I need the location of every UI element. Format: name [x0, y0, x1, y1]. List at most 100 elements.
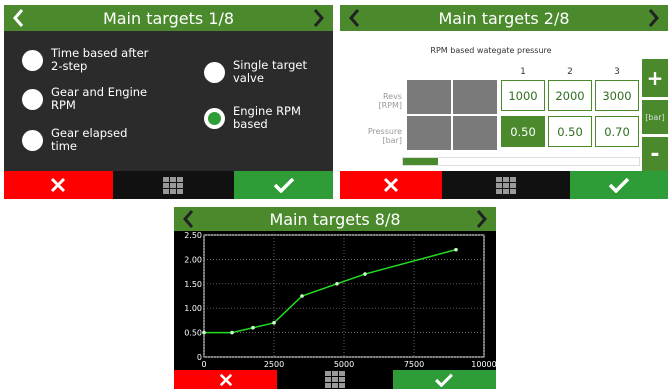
option-engine-rpm-based[interactable]: Engine RPM based [204, 105, 324, 131]
option-label: Gear elapsed time [51, 126, 128, 153]
panel-main-targets-2: Main targets 2/8 RPM based wategate pres… [340, 5, 668, 199]
y-tick-label: 1.00 [184, 304, 202, 313]
data-point [202, 330, 206, 335]
menu-button[interactable] [112, 171, 235, 199]
prev-page-button[interactable] [178, 207, 198, 231]
checkmark-icon [435, 373, 454, 387]
row-label-name: Pressure [367, 127, 402, 136]
chevron-left-icon [13, 9, 24, 27]
menu-button[interactable] [441, 171, 570, 199]
x-tick-label: 2500 [264, 360, 284, 369]
row-label-name: Revs [382, 92, 402, 101]
data-point [272, 321, 276, 325]
prev-page-button[interactable] [8, 5, 28, 31]
chevron-right-icon [476, 210, 487, 228]
pressure-curve-chart[interactable]: 00.501.001.502.002.500 2500 5000 7500 10000 [174, 231, 496, 371]
table-cell-revs[interactable]: 3000 [595, 80, 639, 111]
panel-main-targets-1: Main targets 1/8 Time based after 2-step… [4, 5, 333, 199]
prev-page-button[interactable] [344, 5, 364, 31]
checkmark-icon [608, 177, 630, 193]
footer-bar [174, 370, 496, 389]
data-point [454, 247, 458, 252]
disabled-cell [407, 80, 451, 114]
chevron-right-icon [313, 9, 324, 27]
unit-label: [bar] [642, 100, 668, 134]
data-point [251, 325, 255, 330]
column-header: 2 [567, 67, 573, 77]
data-point [300, 294, 304, 298]
panel-title: Main targets 2/8 [438, 8, 570, 28]
next-page-button[interactable] [309, 5, 329, 31]
option-gear-and-engine-rpm[interactable]: Gear and Engine RPM [22, 86, 152, 112]
confirm-button[interactable] [392, 370, 496, 389]
disabled-cell [407, 116, 451, 150]
close-icon [383, 177, 398, 193]
confirm-button[interactable] [234, 171, 333, 199]
row-label-pressure: Pressure [bar] [354, 127, 402, 145]
radio-button[interactable] [204, 61, 225, 83]
panel-header: Main targets 8/8 [174, 207, 496, 231]
chevron-left-icon [183, 210, 194, 228]
menu-button[interactable] [277, 370, 393, 389]
table-cell-pressure[interactable]: 0.70 [595, 116, 639, 147]
increment-button[interactable]: + [642, 59, 668, 97]
table-cell-revs[interactable]: 2000 [548, 80, 592, 111]
data-point [230, 330, 234, 335]
option-time-based-after-2-step[interactable]: Time based after 2-step [22, 47, 152, 73]
option-label: Gear and Engine RPM [51, 85, 148, 112]
x-tick-label: 10000 [471, 360, 496, 369]
option-gear-elapsed-time[interactable]: Gear elapsed time [22, 127, 152, 153]
data-point [363, 272, 367, 276]
table-cell-pressure-selected[interactable]: 0.50 [501, 116, 545, 147]
column-header: 1 [520, 67, 526, 77]
panel-main-targets-8: Main targets 8/8 0 0.50 1.00 1.50 2.00 2.50 0 2… [174, 207, 496, 389]
progress-fill [403, 158, 439, 165]
grid-menu-icon [495, 176, 516, 194]
panel-header: Main targets 2/8 [340, 5, 668, 31]
table-cell-pressure[interactable]: 0.50 [548, 116, 592, 147]
grid-menu-icon [163, 176, 184, 194]
checkmark-icon [273, 177, 294, 193]
column-header: 3 [614, 67, 620, 77]
grid-menu-icon [325, 371, 345, 388]
close-icon [51, 177, 66, 193]
y-tick-label: 2.00 [184, 255, 202, 264]
panel-header: Main targets 1/8 [4, 5, 333, 31]
cancel-button[interactable] [340, 171, 442, 199]
y-tick-label: 1.50 [184, 280, 202, 289]
next-page-button[interactable] [644, 5, 664, 31]
x-tick-label: 0 [201, 360, 206, 369]
radio-button-selected[interactable] [204, 107, 225, 129]
x-tick-label: 7500 [404, 360, 424, 369]
panel-title: Main targets 8/8 [269, 209, 401, 229]
close-icon [219, 373, 232, 386]
decrement-button[interactable]: - [642, 137, 668, 171]
table-subtitle: RPM based wategate pressure [430, 46, 552, 55]
y-tick-label: 2.50 [184, 231, 202, 240]
disabled-cell [453, 116, 497, 150]
row-label-unit: [bar] [382, 136, 402, 145]
progress-bar [402, 157, 640, 166]
option-label: Engine RPM based [233, 104, 301, 131]
disabled-cell [453, 80, 497, 114]
chevron-right-icon [648, 9, 659, 27]
cancel-button[interactable] [4, 171, 113, 199]
y-tick-label: 0.50 [184, 329, 202, 338]
radio-button[interactable] [22, 88, 43, 110]
row-label-revs: Revs [RPM] [354, 92, 402, 110]
radio-button[interactable] [22, 49, 43, 71]
data-point [335, 282, 339, 286]
panel-title: Main targets 1/8 [102, 8, 235, 28]
option-single-target-valve[interactable]: Single target valve [204, 59, 324, 85]
footer-bar [340, 171, 668, 199]
x-tick-label: 5000 [334, 360, 354, 369]
option-label: Time based after 2-step [51, 46, 149, 73]
table-cell-revs[interactable]: 1000 [501, 80, 545, 111]
row-label-unit: [RPM] [378, 101, 402, 110]
radio-button[interactable] [22, 129, 43, 151]
confirm-button[interactable] [569, 171, 668, 199]
next-page-button[interactable] [472, 207, 492, 231]
footer-bar [4, 171, 333, 199]
option-label: Single target valve [233, 58, 307, 85]
cancel-button[interactable] [174, 370, 278, 389]
